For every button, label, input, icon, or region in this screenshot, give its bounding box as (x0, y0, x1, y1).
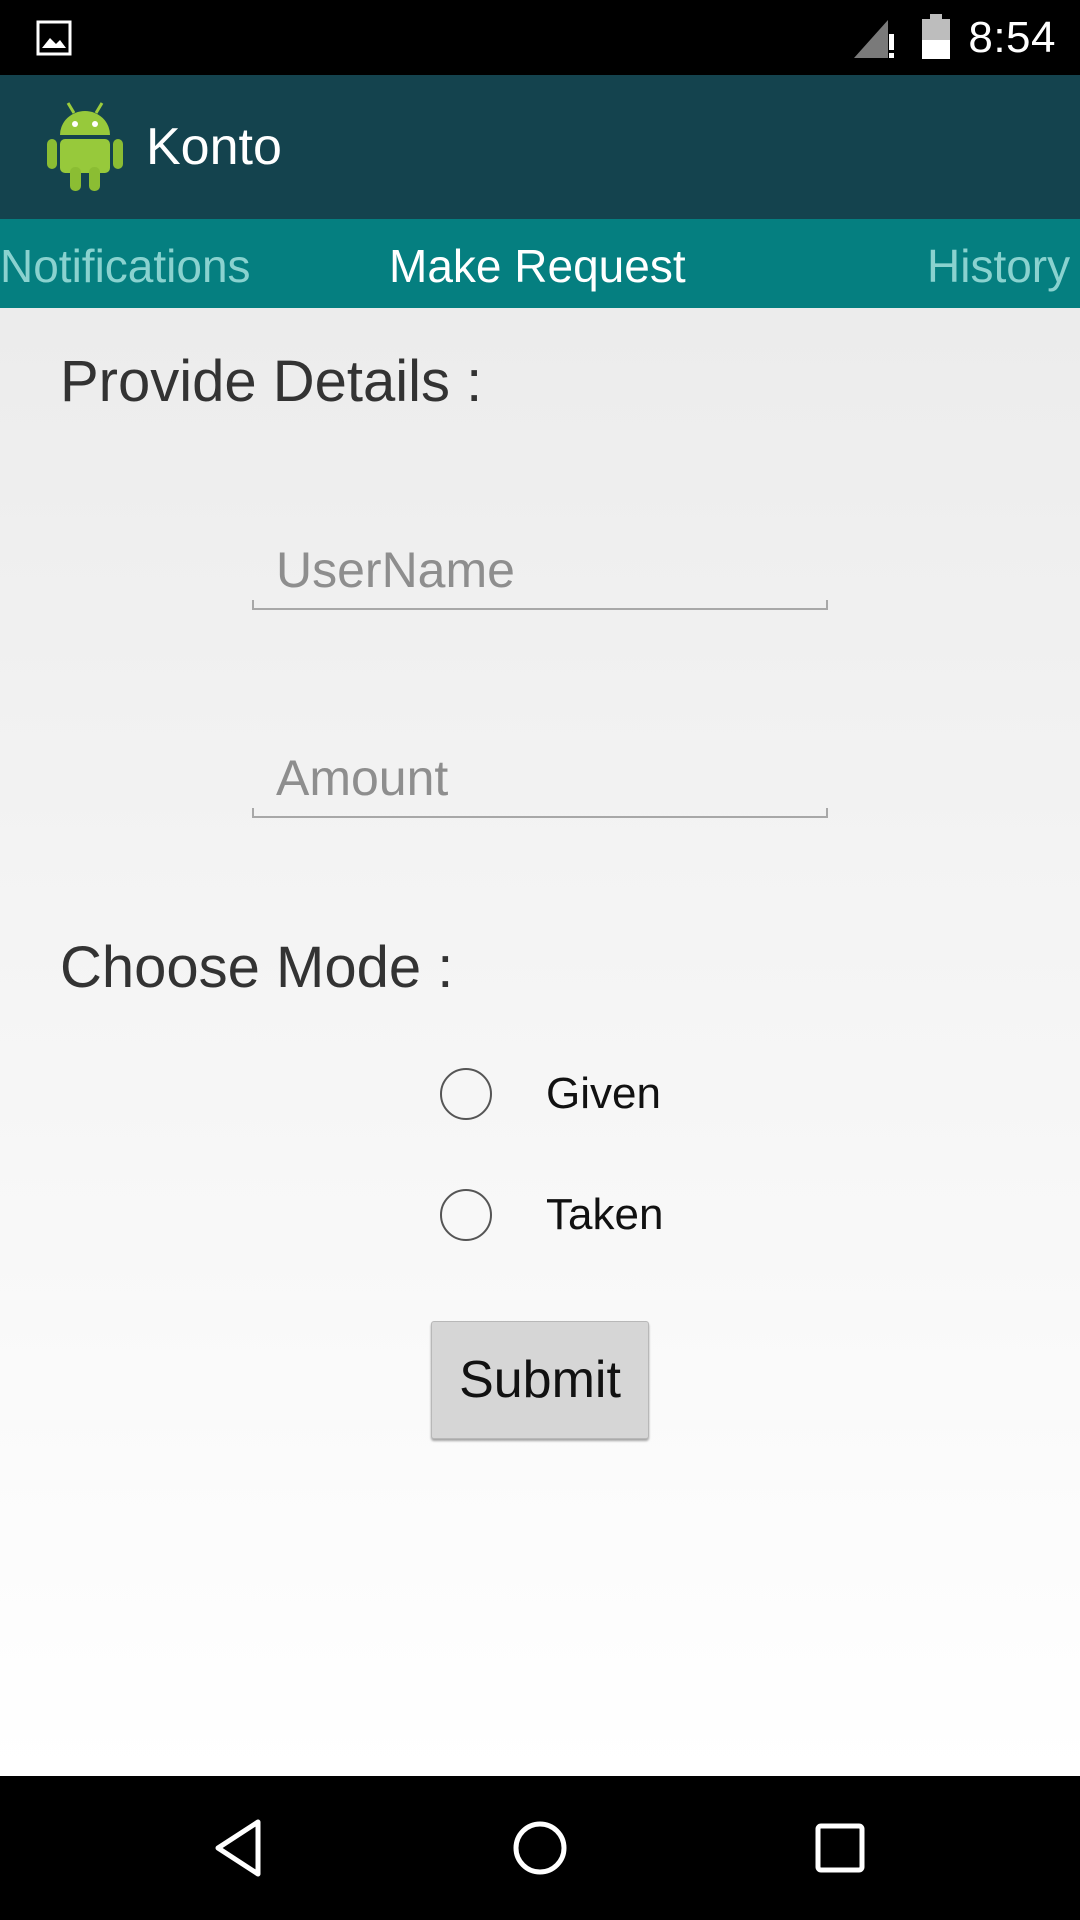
tab-history[interactable]: History (927, 239, 1070, 293)
username-input[interactable] (252, 540, 828, 600)
status-bar: 8:54 (0, 0, 1080, 75)
amount-underline (252, 808, 828, 818)
radio-taken-label[interactable]: Taken (546, 1190, 663, 1240)
action-bar: Konto (0, 75, 1080, 219)
back-icon[interactable] (208, 1816, 272, 1880)
status-time: 8:54 (968, 13, 1056, 62)
radio-given[interactable] (440, 1068, 492, 1120)
username-underline (252, 600, 828, 610)
app-title: Konto (146, 118, 282, 176)
amount-field-wrapper (252, 748, 828, 818)
signal-icon (854, 20, 894, 58)
tab-notifications[interactable]: Notifications (0, 239, 251, 293)
tab-make-request[interactable]: Make Request (389, 239, 686, 293)
home-icon[interactable] (508, 1816, 572, 1880)
radio-taken[interactable] (440, 1189, 492, 1241)
recents-icon[interactable] (808, 1816, 872, 1880)
phone-screen: 8:54 Konto Notifications Make Request Hi… (0, 0, 1080, 1920)
radio-option-taken[interactable]: Taken (440, 1187, 663, 1243)
battery-icon (922, 14, 950, 59)
username-field-wrapper (252, 540, 828, 610)
tab-strip: Notifications Make Request History (0, 219, 1080, 308)
request-form: Provide Details : Choose Mode : Given Ta… (0, 308, 1080, 1776)
android-icon (47, 102, 123, 191)
radio-option-given[interactable]: Given (440, 1066, 661, 1122)
amount-input[interactable] (252, 748, 828, 808)
navigation-bar (0, 1776, 1080, 1920)
details-heading: Provide Details : (60, 349, 483, 414)
mode-heading: Choose Mode : (60, 935, 454, 1000)
submit-button[interactable]: Submit (431, 1321, 649, 1439)
gallery-icon (36, 20, 72, 56)
radio-given-label[interactable]: Given (546, 1069, 661, 1119)
